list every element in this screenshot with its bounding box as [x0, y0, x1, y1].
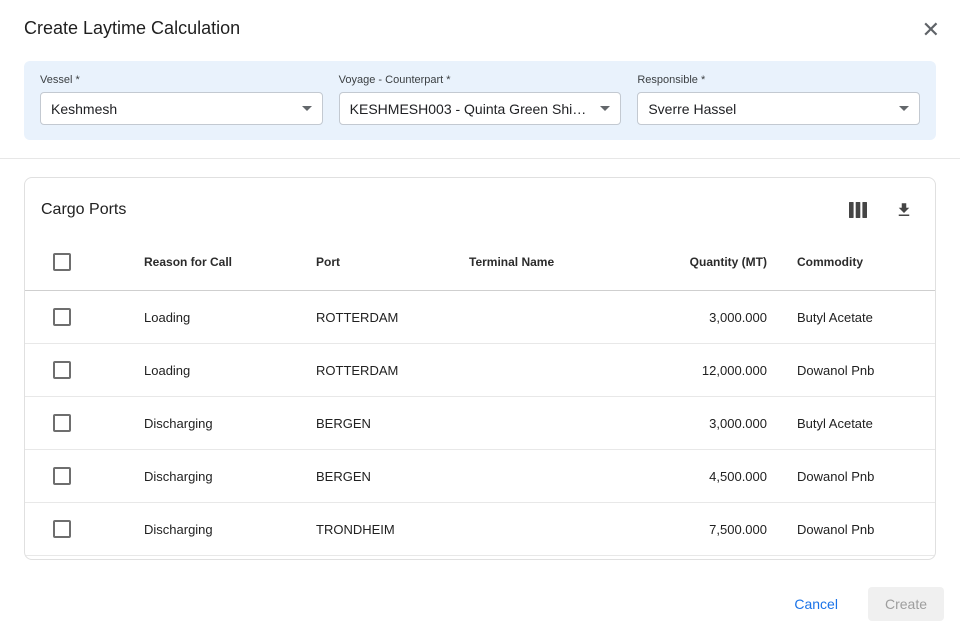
cancel-button[interactable]: Cancel: [790, 590, 842, 618]
cell-port: ROTTERDAM: [316, 344, 469, 397]
col-header-port: Port: [316, 231, 469, 291]
create-laytime-dialog: Create Laytime Calculation ✕ Vessel * Ke…: [0, 0, 960, 626]
row-checkbox[interactable]: [53, 467, 71, 485]
cell-commodity: Butyl Acetate: [767, 291, 935, 344]
select-all-checkbox[interactable]: [53, 253, 71, 271]
cell-reason: Discharging: [144, 450, 316, 503]
table-header-row: Reason for Call Port Terminal Name Quant…: [25, 231, 935, 291]
responsible-select[interactable]: Sverre Hassel: [637, 92, 920, 125]
table-row: Loading ROTTERDAM 12,000.000 Dowanol Pnb: [25, 344, 935, 397]
cell-commodity: Dowanol Pnb: [767, 450, 935, 503]
vessel-label: Vessel *: [40, 74, 323, 86]
col-header-commodity: Commodity: [767, 231, 935, 291]
cell-port: ROTTERDAM: [316, 291, 469, 344]
table-row: Discharging BERGEN 4,500.000 Dowanol Pnb: [25, 450, 935, 503]
cargo-ports-table: Reason for Call Port Terminal Name Quant…: [25, 231, 935, 556]
export-button[interactable]: [891, 197, 917, 223]
dialog-header: Create Laytime Calculation ✕: [0, 0, 960, 45]
vessel-value: Keshmesh: [51, 101, 117, 117]
cell-reason: Loading: [144, 344, 316, 397]
cell-quantity: 4,500.000: [619, 450, 767, 503]
view-columns-icon: [849, 202, 867, 218]
cell-commodity: Butyl Acetate: [767, 397, 935, 450]
cell-terminal: [469, 503, 619, 556]
table-row: Discharging TRONDHEIM 7,500.000 Dowanol …: [25, 503, 935, 556]
voyage-counterpart-field: Voyage - Counterpart * KESHMESH003 - Qui…: [339, 74, 622, 125]
table-row: Loading ROTTERDAM 3,000.000 Butyl Acetat…: [25, 291, 935, 344]
cell-reason: Loading: [144, 291, 316, 344]
row-checkbox[interactable]: [53, 361, 71, 379]
responsible-label: Responsible *: [637, 74, 920, 86]
cell-quantity: 7,500.000: [619, 503, 767, 556]
vessel-select[interactable]: Keshmesh: [40, 92, 323, 125]
dialog-footer: Cancel Create: [0, 560, 960, 621]
cargo-ports-card: Cargo Ports: [24, 177, 936, 560]
close-button[interactable]: ✕: [916, 15, 946, 45]
cell-commodity: Dowanol Pnb: [767, 503, 935, 556]
vessel-field: Vessel * Keshmesh: [40, 74, 323, 125]
cell-terminal: [469, 344, 619, 397]
cell-quantity: 12,000.000: [619, 344, 767, 397]
chevron-down-icon: [302, 106, 312, 111]
cell-quantity: 3,000.000: [619, 397, 767, 450]
col-header-reason: Reason for Call: [144, 231, 316, 291]
column-settings-button[interactable]: [845, 198, 871, 222]
form-panel: Vessel * Keshmesh Voyage - Counterpart *…: [24, 61, 936, 140]
cell-commodity: Dowanol Pnb: [767, 344, 935, 397]
cell-port: BERGEN: [316, 397, 469, 450]
cargo-ports-header: Cargo Ports: [25, 178, 935, 231]
create-button[interactable]: Create: [868, 587, 944, 621]
download-icon: [895, 201, 913, 219]
table-row: Discharging BERGEN 3,000.000 Butyl Aceta…: [25, 397, 935, 450]
header-divider: [0, 158, 960, 159]
voyage-counterpart-value: KESHMESH003 - Quinta Green Shippi…: [350, 101, 593, 117]
responsible-value: Sverre Hassel: [648, 101, 736, 117]
cell-terminal: [469, 397, 619, 450]
responsible-field: Responsible * Sverre Hassel: [637, 74, 920, 125]
row-checkbox[interactable]: [53, 414, 71, 432]
col-header-terminal: Terminal Name: [469, 231, 619, 291]
cell-port: BERGEN: [316, 450, 469, 503]
cell-reason: Discharging: [144, 397, 316, 450]
col-header-quantity: Quantity (MT): [619, 231, 767, 291]
row-checkbox[interactable]: [53, 308, 71, 326]
card-actions: [825, 197, 917, 223]
voyage-counterpart-select[interactable]: KESHMESH003 - Quinta Green Shippi…: [339, 92, 622, 125]
cargo-ports-title: Cargo Ports: [41, 201, 126, 219]
voyage-counterpart-label: Voyage - Counterpart *: [339, 74, 622, 86]
chevron-down-icon: [600, 106, 610, 111]
cell-reason: Discharging: [144, 503, 316, 556]
close-icon: ✕: [922, 17, 940, 42]
cell-port: TRONDHEIM: [316, 503, 469, 556]
row-checkbox[interactable]: [53, 520, 71, 538]
chevron-down-icon: [899, 106, 909, 111]
cell-terminal: [469, 450, 619, 503]
cell-terminal: [469, 291, 619, 344]
page-title: Create Laytime Calculation: [24, 15, 240, 39]
cell-quantity: 3,000.000: [619, 291, 767, 344]
